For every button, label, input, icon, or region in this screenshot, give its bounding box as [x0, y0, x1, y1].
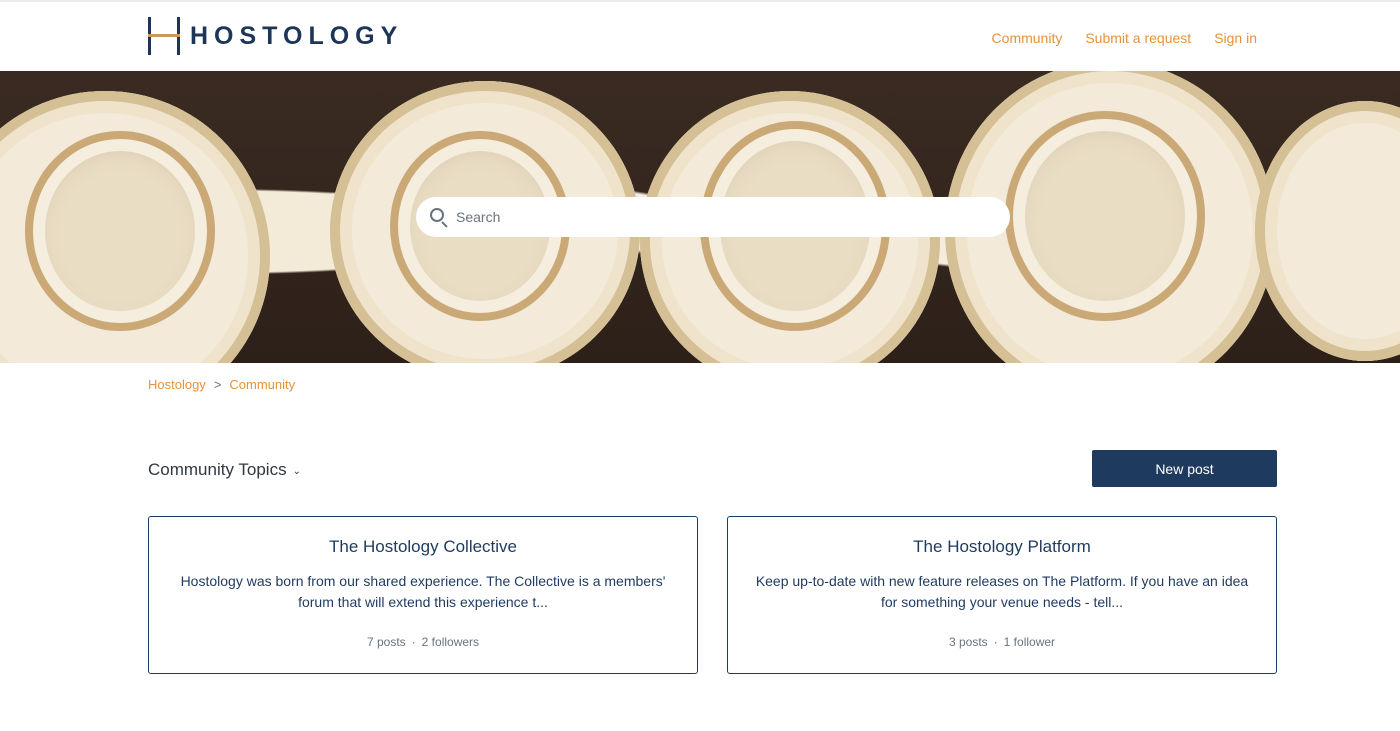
breadcrumb-separator: >	[213, 377, 222, 392]
topic-follower-count: 1 follower	[1003, 635, 1056, 649]
hostology-logo[interactable]: HOSTOLOGY	[148, 16, 403, 56]
site-header: HOSTOLOGY Community Submit a request Sig…	[0, 0, 1400, 71]
topic-description: Hostology was born from our shared exper…	[180, 573, 666, 610]
topic-title-link[interactable]: The Hostology Platform	[752, 537, 1252, 557]
topic-post-count: 7 posts	[366, 635, 406, 649]
search-input[interactable]	[456, 209, 976, 225]
topic-card-platform[interactable]: The Hostology Platform Keep up-to-date w…	[727, 516, 1277, 674]
breadcrumb-home-link[interactable]: Hostology	[148, 377, 206, 392]
topic-card-collective[interactable]: The Hostology Collective Hostology was b…	[148, 516, 698, 674]
new-post-button[interactable]: New post	[1092, 450, 1277, 487]
topic-meta: 3 posts · 1 follower	[752, 635, 1252, 649]
search-bar[interactable]	[416, 197, 1010, 237]
community-topics-label: Community Topics	[148, 460, 287, 479]
hero-banner	[0, 71, 1400, 363]
breadcrumb: Hostology > Community	[148, 377, 295, 392]
top-nav: Community Submit a request Sign in	[992, 30, 1257, 46]
topic-post-count: 3 posts	[948, 635, 988, 649]
topic-follower-count: 2 followers	[421, 635, 480, 649]
meta-separator: ·	[411, 635, 416, 649]
logo-mark-icon	[148, 17, 180, 55]
nav-community-link[interactable]: Community	[992, 30, 1063, 46]
nav-submit-request-link[interactable]: Submit a request	[1085, 30, 1191, 46]
logo-text: HOSTOLOGY	[190, 21, 404, 50]
topic-title-link[interactable]: The Hostology Collective	[173, 537, 673, 557]
search-icon	[430, 208, 448, 228]
community-topics-dropdown[interactable]: Community Topics ⌄	[148, 460, 301, 480]
topic-description: Keep up-to-date with new feature release…	[755, 573, 1249, 610]
nav-sign-in-link[interactable]: Sign in	[1214, 30, 1257, 46]
breadcrumb-community-link[interactable]: Community	[229, 377, 295, 392]
meta-separator: ·	[993, 635, 998, 649]
chevron-down-icon: ⌄	[292, 466, 301, 477]
topic-meta: 7 posts · 2 followers	[173, 635, 673, 649]
